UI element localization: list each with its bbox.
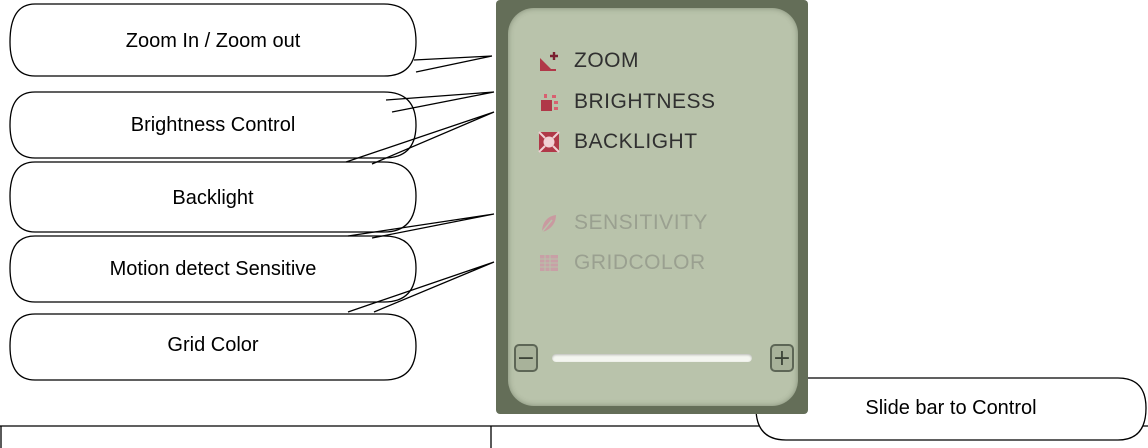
callout-zoom-label: Zoom In / Zoom out (125, 30, 301, 52)
callout-slider-label: Slide bar to Control (865, 397, 1037, 419)
callout-zoom-pointer (413, 55, 493, 73)
menu-label-zoom: ZOOM (574, 49, 639, 72)
menu-item-zoom[interactable]: ZOOM (538, 46, 639, 76)
grid-icon (540, 255, 558, 271)
callout-brightness-label: Brightness Control (130, 114, 296, 136)
menu-label-gridcolor: GRIDCOLOR (574, 251, 706, 274)
callout-gridcolor-label: Grid Color (167, 334, 259, 356)
menu-item-sensitivity[interactable]: SENSITIVITY (538, 208, 708, 238)
slider-minus-button[interactable]: − (514, 344, 538, 372)
menu-item-gridcolor[interactable]: GRIDCOLOR (538, 248, 706, 278)
menu-item-brightness[interactable]: BRIGHTNESS (538, 87, 716, 117)
control-slider: − + (514, 344, 796, 374)
camera-control-panel: ZOOM BRIGHTNESS BACKLIGHT SENSITIVITY GR… (496, 0, 808, 414)
menu-label-sensitivity: SENSITIVITY (574, 211, 708, 234)
menu-label-brightness: BRIGHTNESS (574, 90, 716, 113)
slider-plus-button[interactable]: + (770, 344, 794, 372)
zoom-icon (540, 52, 558, 71)
brightness-icon (541, 94, 558, 111)
menu-item-backlight[interactable]: BACKLIGHT (538, 127, 698, 157)
panel-face: ZOOM BRIGHTNESS BACKLIGHT SENSITIVITY GR… (508, 8, 798, 406)
callout-sensitivity-label: Motion detect Sensitive (109, 258, 317, 280)
callout-backlight-label: Backlight (172, 187, 254, 209)
backlight-icon (538, 131, 560, 153)
menu-label-backlight: BACKLIGHT (574, 130, 698, 153)
slider-track[interactable] (552, 354, 752, 362)
leaf-icon (541, 215, 556, 233)
